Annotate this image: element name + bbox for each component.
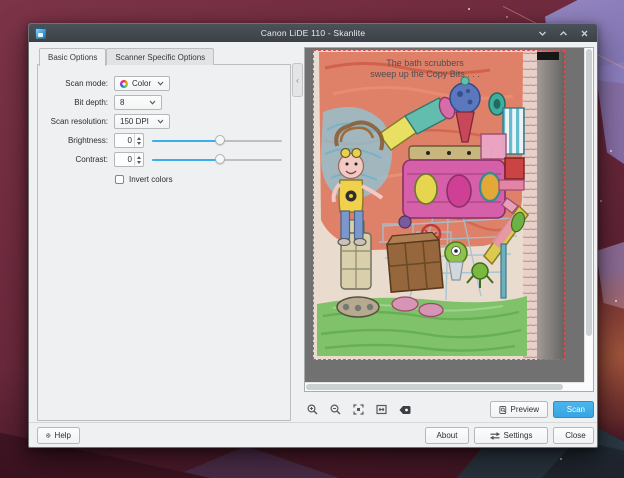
- contrast-label: Contrast:: [42, 155, 108, 164]
- wallpaper-star: [506, 16, 508, 18]
- zoom-out-icon[interactable]: [329, 403, 342, 416]
- wallpaper-star: [615, 300, 617, 302]
- scan-caption-line1: The bath scrubbers: [386, 58, 464, 68]
- invert-colors-checkbox[interactable]: [115, 175, 124, 184]
- scrollbar-thumb[interactable]: [306, 384, 563, 390]
- preview-button[interactable]: Preview: [490, 401, 548, 418]
- window-title: Canon LiDE 110 - Skanlite: [29, 28, 597, 38]
- tab-basic-options[interactable]: Basic Options: [39, 48, 106, 66]
- zoom-in-icon[interactable]: [306, 403, 319, 416]
- scan-mode-combobox[interactable]: Color: [114, 76, 170, 91]
- close-window-icon[interactable]: [580, 29, 589, 38]
- titlebar[interactable]: Canon LiDE 110 - Skanlite: [29, 24, 597, 42]
- wallpaper-star: [600, 200, 602, 202]
- zoom-fit-best-icon[interactable]: [375, 403, 388, 416]
- invert-colors-label: Invert colors: [129, 175, 173, 184]
- bit-depth-label: Bit depth:: [42, 98, 108, 107]
- skanlite-app-icon: [35, 28, 46, 39]
- chevron-down-icon: [157, 81, 164, 86]
- about-button[interactable]: About: [425, 427, 469, 444]
- help-lifebuoy-icon: [46, 431, 51, 440]
- minimize-icon[interactable]: [538, 29, 547, 38]
- wallpaper-star: [468, 8, 470, 10]
- preview-vertical-scrollbar[interactable]: [584, 48, 593, 382]
- maximize-icon[interactable]: [559, 29, 568, 38]
- wallpaper-shape: [595, 55, 624, 185]
- scrollbar-thumb[interactable]: [586, 49, 592, 336]
- scanner-icon: [562, 405, 563, 414]
- spin-arrows[interactable]: [134, 134, 143, 147]
- scan-resolution-label: Scan resolution:: [42, 117, 108, 126]
- chevron-down-icon: [149, 100, 156, 105]
- slider-handle[interactable]: [215, 135, 225, 145]
- panel-collapse-handle[interactable]: ‹: [292, 63, 303, 97]
- scan-resolution-combobox[interactable]: 150 DPI: [114, 114, 170, 129]
- brightness-label: Brightness:: [42, 136, 108, 145]
- skanlite-window: Canon LiDE 110 - Skanlite Basic Options …: [28, 23, 598, 448]
- brightness-slider[interactable]: [152, 133, 282, 148]
- contrast-spinbox[interactable]: 0: [114, 152, 144, 167]
- scan-preview-area[interactable]: The bath scrubbers sweep up the Copy Bit…: [304, 47, 594, 392]
- brightness-spinbox[interactable]: 0: [114, 133, 144, 148]
- wallpaper-star: [560, 458, 562, 460]
- chevron-down-icon: [157, 119, 164, 124]
- zoom-actual-size-icon[interactable]: [352, 403, 365, 416]
- basic-options-panel: Scan mode: Color Bit depth: 8 Scan re: [37, 64, 291, 421]
- tab-scanner-specific-options[interactable]: Scanner Specific Options: [106, 48, 214, 65]
- document-preview-icon: [499, 405, 507, 415]
- preview-horizontal-scrollbar[interactable]: [305, 382, 584, 391]
- settings-button[interactable]: Settings: [474, 427, 548, 444]
- color-wheel-icon: [120, 80, 128, 88]
- clear-selections-icon[interactable]: [398, 403, 411, 416]
- wallpaper-star: [610, 150, 612, 152]
- tab-bar: Basic Options Scanner Specific Options: [39, 48, 214, 66]
- scan-button[interactable]: Scan: [553, 401, 594, 418]
- contrast-slider[interactable]: [152, 152, 282, 167]
- preview-zoom-toolbar: [306, 403, 411, 416]
- slider-handle[interactable]: [215, 154, 225, 164]
- configure-sliders-icon: [490, 432, 500, 440]
- scanned-drawing[interactable]: The bath scrubbers sweep up the Copy Bit…: [313, 50, 565, 360]
- close-button[interactable]: Close: [553, 427, 594, 444]
- desktop-wallpaper: Canon LiDE 110 - Skanlite Basic Options …: [0, 0, 624, 478]
- spin-arrows[interactable]: [134, 153, 143, 166]
- help-button[interactable]: Help: [37, 427, 80, 444]
- scan-mode-label: Scan mode:: [42, 79, 108, 88]
- bit-depth-combobox[interactable]: 8: [114, 95, 162, 110]
- footer-separator: [29, 422, 597, 423]
